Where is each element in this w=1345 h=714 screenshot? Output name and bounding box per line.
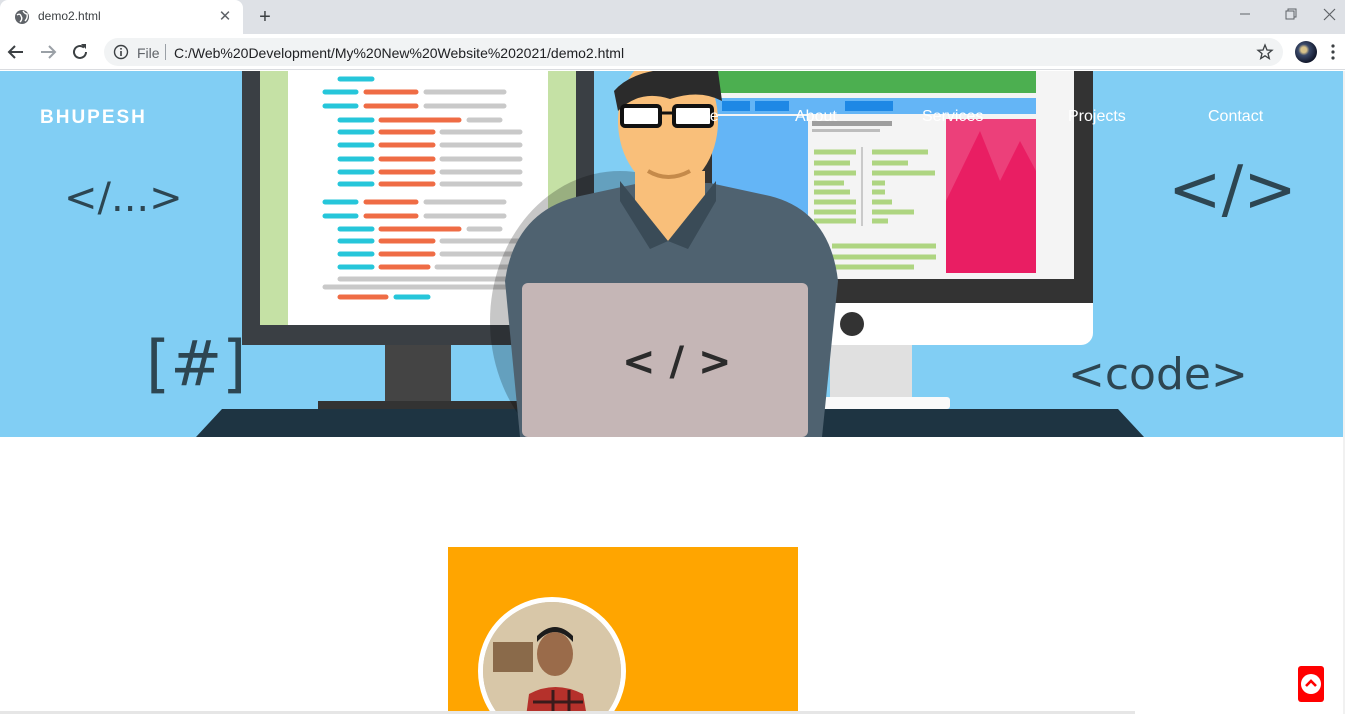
nav-about-link[interactable]: About [795, 108, 837, 126]
forward-arrow-icon[interactable] [36, 40, 60, 64]
nav-home-link[interactable]: Home [676, 108, 719, 126]
hero-banner: </...> </> [#] <code> < / > BHUPESH Home… [0, 71, 1343, 437]
site-brand-logo[interactable]: BHUPESH [40, 107, 147, 129]
url-text[interactable]: C:/Web%20Development/My%20New%20Website%… [174, 45, 624, 61]
close-window-icon[interactable] [1314, 0, 1345, 30]
file-scheme-label: File [137, 45, 160, 61]
info-icon[interactable] [113, 44, 129, 60]
new-tab-button[interactable]: + [254, 6, 276, 28]
hero-symbol-close-tag: </> [1168, 153, 1297, 227]
kebab-menu-icon[interactable] [1330, 44, 1336, 60]
omnibox-divider [165, 44, 166, 60]
nav-services-link[interactable]: Services [922, 108, 983, 126]
profile-photo [478, 597, 626, 714]
reload-icon[interactable] [68, 40, 92, 64]
back-arrow-icon[interactable] [4, 40, 28, 64]
page-viewport: </...> </> [#] <code> < / > BHUPESH Home… [0, 71, 1345, 714]
bookmark-star-icon[interactable] [1256, 43, 1274, 61]
nav-projects-link[interactable]: Projects [1068, 108, 1126, 126]
chevron-up-icon [1301, 674, 1321, 694]
tab-title: demo2.html [38, 9, 101, 23]
nav-contact-link[interactable]: Contact [1208, 108, 1263, 126]
profile-card [448, 547, 798, 714]
laptop-code-glyph: < / > [622, 339, 732, 385]
browser-tab[interactable]: demo2.html ✕ [0, 0, 243, 34]
hero-symbol-hash: [#] [146, 327, 247, 400]
globe-icon [15, 10, 29, 24]
address-bar[interactable]: File C:/Web%20Development/My%20New%20Web… [104, 38, 1283, 66]
minimize-icon[interactable] [1222, 0, 1268, 30]
profile-avatar[interactable] [1295, 41, 1317, 63]
browser-toolbar: File C:/Web%20Development/My%20New%20Web… [0, 34, 1345, 70]
restore-icon[interactable] [1268, 0, 1314, 30]
hero-symbol-ellipsis-tag: </...> [64, 175, 183, 221]
scroll-to-top-button[interactable] [1298, 666, 1324, 702]
browser-tab-strip: demo2.html ✕ + [0, 0, 1345, 34]
close-tab-icon[interactable]: ✕ [216, 8, 234, 26]
hero-symbol-code: <code> [1068, 349, 1248, 400]
